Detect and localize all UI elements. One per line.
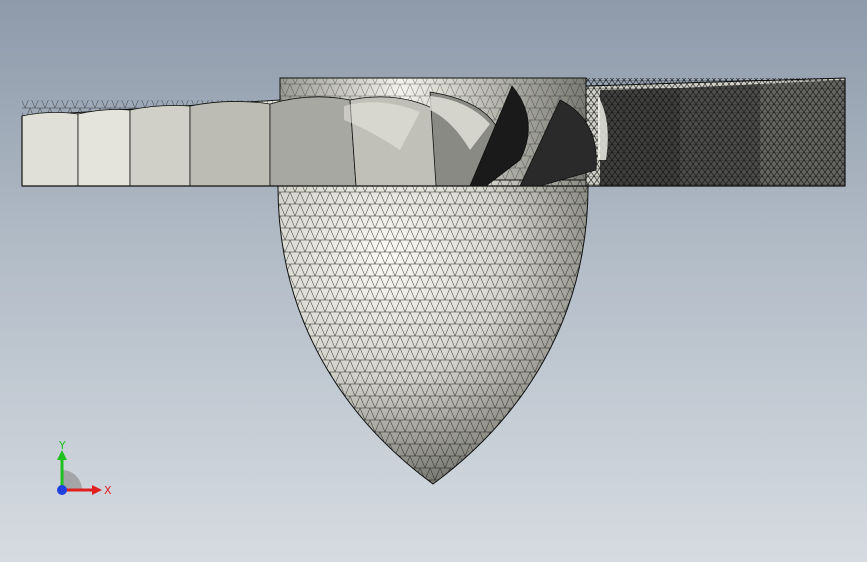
blade-2 bbox=[77, 109, 131, 187]
runner-cone[interactable] bbox=[270, 179, 600, 490]
blade-12 bbox=[760, 80, 845, 186]
blade-11 bbox=[680, 84, 760, 186]
blade-4 bbox=[189, 101, 271, 187]
blade-3 bbox=[129, 105, 191, 187]
turbine-runner-model[interactable] bbox=[0, 0, 867, 562]
x-axis-label: X bbox=[104, 484, 112, 497]
blade-5 bbox=[269, 96, 357, 187]
blade-10 bbox=[600, 88, 680, 186]
y-axis-label: Y bbox=[58, 440, 66, 452]
blade-set bbox=[21, 80, 845, 187]
z-axis-dot bbox=[57, 485, 67, 495]
blade-1 bbox=[21, 112, 79, 187]
graphics-viewport[interactable]: Y X bbox=[0, 0, 867, 562]
axis-triad-icon[interactable]: Y X bbox=[48, 440, 118, 510]
